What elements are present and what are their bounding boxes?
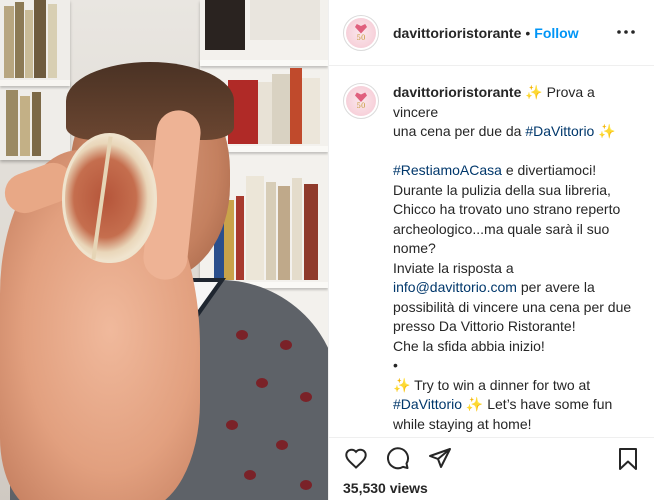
header-separator: • xyxy=(525,24,531,41)
caption-line: • xyxy=(393,356,641,376)
avatar-logo: 50 xyxy=(346,17,376,48)
caption-text-segment: per avere la xyxy=(516,279,595,295)
caption-text-segment: Chicco ha trovato uno strano reperto xyxy=(393,201,621,217)
caption-text-segment: Che la sfida abbia inizio! xyxy=(393,337,545,354)
caption-line: #RestiamoACasa e divertiamoci! xyxy=(393,161,641,181)
caption-text-segment: ✨ xyxy=(594,123,616,139)
caption-text-segment: presso Da Vittorio Ristorante! xyxy=(393,318,576,334)
caption-line: davittorioristorante ✨ Prova a vincere xyxy=(393,83,641,122)
caption-text-segment: una cena per due da xyxy=(393,123,526,139)
caption-line: while staying at home! xyxy=(393,415,641,435)
post-header: 50 davittorioristorante • Follow xyxy=(329,0,654,66)
post-side-panel: 50 davittorioristorante • Follow 50 davi… xyxy=(328,0,654,500)
profile-username[interactable]: davittorioristorante xyxy=(393,25,521,41)
caption-line: archeologico...ma quale sarà il suo xyxy=(393,220,641,240)
caption-heart-logo-icon xyxy=(355,92,367,102)
caption-text-segment xyxy=(393,143,397,159)
caption-avatar-logo: 50 xyxy=(346,86,376,116)
caption-text-segment: possibilità di vincere una cena per due xyxy=(393,298,632,315)
share-icon[interactable] xyxy=(427,445,453,471)
follow-button[interactable]: Follow xyxy=(534,25,578,41)
profile-avatar[interactable]: 50 xyxy=(343,14,379,51)
caption-text-segment: ✨ Let’s have some fun xyxy=(462,396,613,412)
caption-text-segment: while staying at home! xyxy=(393,415,532,432)
caption-text-segment: archeologico...ma quale sarà il suo xyxy=(393,220,610,237)
person-hair xyxy=(66,62,234,140)
post-media[interactable] xyxy=(0,0,328,500)
email-link[interactable]: info@davittorio.com xyxy=(393,279,517,295)
caption-line: Chicco ha trovato uno strano reperto xyxy=(393,200,641,220)
caption-avatar[interactable]: 50 xyxy=(343,83,379,119)
caption-line: info@davittorio.com per avere la xyxy=(393,278,641,298)
caption-row: 50 davittorioristorante ✨ Prova a vincer… xyxy=(343,83,641,437)
caption-line: Inviate la risposta a xyxy=(393,259,641,279)
caption-line: #DaVittorio ✨ Let’s have some fun xyxy=(393,395,641,415)
caption-area[interactable]: 50 davittorioristorante ✨ Prova a vincer… xyxy=(329,67,654,437)
caption-text-segment: ✨ Try to win a dinner for two at xyxy=(393,376,591,393)
caption-line: una cena per due da #DaVittorio ✨ xyxy=(393,122,641,142)
caption-text-segment: nome? xyxy=(393,240,436,256)
bookmark-icon[interactable] xyxy=(615,446,641,472)
comment-icon[interactable] xyxy=(385,445,411,471)
caption-line: possibilità di vincere una cena per due xyxy=(393,298,641,318)
caption-username[interactable]: davittorioristorante xyxy=(393,84,521,100)
caption-line: ✨ Try to win a dinner for two at xyxy=(393,376,641,396)
caption-avatar-number: 50 xyxy=(356,102,366,110)
action-bar xyxy=(329,437,654,477)
caption-line: Che la sfida abbia inizio! xyxy=(393,337,641,357)
caption-text-segment: Inviate la risposta a xyxy=(393,259,514,276)
caption-text-segment: e divertiamoci! xyxy=(501,162,597,178)
caption-line: nome? xyxy=(393,239,641,259)
caption-text: davittorioristorante ✨ Prova a vincere un… xyxy=(393,83,641,437)
caption-text-segment: Durante la pulizia della sua libreria, xyxy=(393,181,611,198)
caption-text-segment: • xyxy=(393,357,398,373)
hashtag-link[interactable]: #DaVittorio xyxy=(525,123,594,139)
hashtag-link[interactable]: #DaVittorio xyxy=(393,396,462,412)
more-options-icon[interactable] xyxy=(616,22,636,42)
avatar-number: 50 xyxy=(356,33,366,42)
hashtag-link[interactable]: #RestiamoACasa xyxy=(393,162,502,178)
caption-line: presso Da Vittorio Ristorante! xyxy=(393,317,641,337)
caption-line xyxy=(393,142,641,162)
view-count[interactable]: 35,530 views xyxy=(343,480,428,496)
heart-icon[interactable] xyxy=(343,445,369,471)
heart-logo-icon xyxy=(355,24,367,34)
caption-line: Durante la pulizia della sua libreria, xyxy=(393,181,641,201)
